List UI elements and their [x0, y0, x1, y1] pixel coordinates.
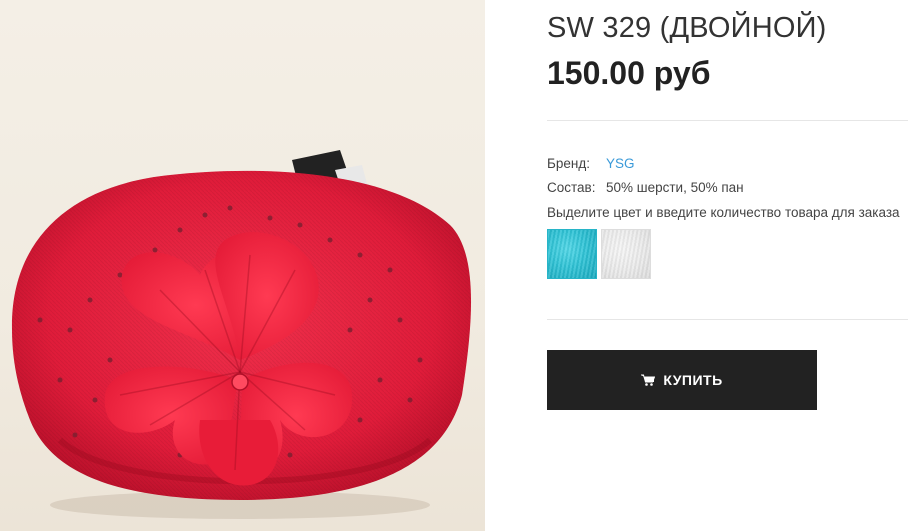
- divider: [547, 319, 908, 320]
- buy-button[interactable]: КУПИТЬ: [547, 350, 817, 410]
- brand-row: Бренд: YSG: [547, 156, 635, 171]
- composition-row: Состав: 50% шерсти, 50% пан: [547, 180, 744, 195]
- cart-icon: [641, 374, 656, 386]
- red-beret-illustration: [11, 150, 472, 519]
- brand-label: Бренд:: [547, 156, 590, 171]
- color-swatch-white[interactable]: [601, 229, 651, 279]
- buy-button-label: КУПИТЬ: [663, 372, 723, 388]
- product-title: SW 329 (ДВОЙНОЙ): [547, 12, 827, 44]
- composition-value: 50% шерсти, 50% пан: [606, 180, 744, 195]
- divider: [547, 120, 908, 121]
- color-select-hint: Выделите цвет и введите количество товар…: [547, 205, 900, 220]
- color-swatch-turquoise[interactable]: [547, 229, 597, 279]
- product-price: 150.00 руб: [547, 55, 711, 91]
- composition-label: Состав:: [547, 180, 596, 195]
- product-image[interactable]: [0, 0, 485, 531]
- brand-link[interactable]: YSG: [606, 156, 635, 171]
- product-info-panel: SW 329 (ДВОЙНОЙ) 150.00 руб Бренд: YSG Со…: [547, 0, 908, 531]
